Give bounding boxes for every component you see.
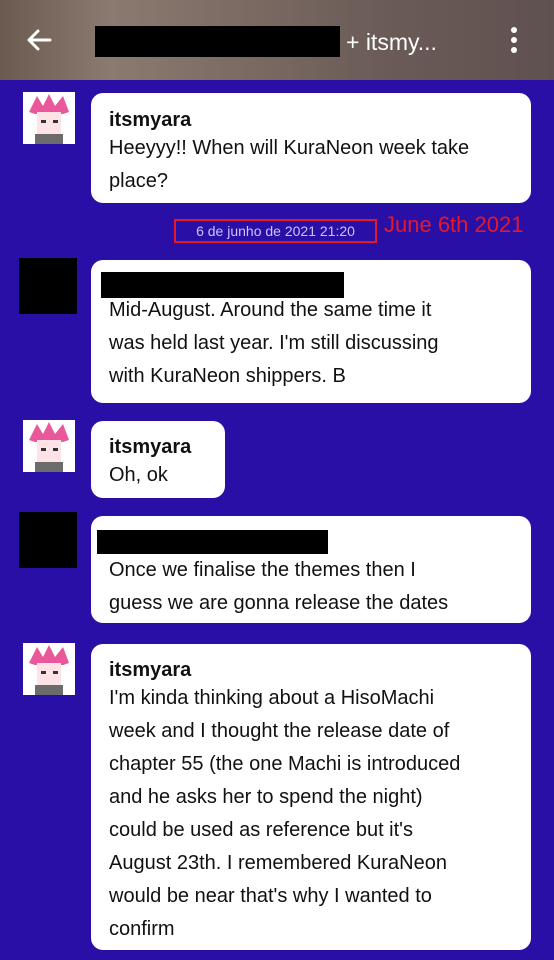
avatar-image bbox=[23, 643, 75, 695]
message-bubble: itsmyara Heeyyy!! When will KuraNeon wee… bbox=[91, 93, 531, 203]
avatar[interactable] bbox=[23, 420, 75, 472]
sender-name: itsmyara bbox=[109, 436, 192, 458]
message-line: place? bbox=[109, 170, 168, 192]
redacted-title bbox=[95, 26, 340, 57]
message-bubble: itsmyara I'm kinda thinking about a Hiso… bbox=[91, 644, 531, 950]
chat-header: + itsmy... bbox=[0, 0, 554, 80]
avatar-image bbox=[23, 92, 75, 144]
message-line: Heeyyy!! When will KuraNeon week take bbox=[109, 137, 470, 159]
message-line: chapter 55 (the one Machi is introduced bbox=[109, 753, 461, 775]
chat-title: + itsmy... bbox=[346, 29, 437, 55]
message-line: could be used as reference but it's bbox=[109, 819, 414, 841]
message-line: I'm kinda thinking about a HisoMachi bbox=[109, 687, 435, 709]
redacted-sender-name bbox=[97, 530, 328, 554]
more-options-icon[interactable] bbox=[505, 26, 523, 54]
sender-name: itsmyara bbox=[109, 109, 192, 131]
message-bubble: itsmyara Oh, ok bbox=[91, 421, 225, 498]
redacted-avatar[interactable] bbox=[19, 258, 77, 314]
message-line: Oh, ok bbox=[109, 464, 168, 486]
message-line: confirm bbox=[109, 918, 175, 940]
avatar[interactable] bbox=[23, 92, 75, 144]
message-line: would be near that's why I wanted to bbox=[109, 885, 432, 907]
message-line: guess we are gonna release the dates bbox=[109, 592, 449, 614]
message-bubble: Mid-August. Around the same time it was … bbox=[91, 260, 531, 403]
message-timestamp: 6 de junho de 2021 21:20 bbox=[174, 219, 377, 243]
date-annotation: June 6th 2021 bbox=[384, 212, 524, 237]
sender-name: itsmyara bbox=[109, 659, 192, 681]
message-line: August 23th. I remembered KuraNeon bbox=[109, 852, 447, 874]
message-line: Once we finalise the themes then I bbox=[109, 559, 416, 581]
message-line: with KuraNeon shippers. B bbox=[109, 365, 346, 387]
redacted-avatar[interactable] bbox=[19, 512, 77, 568]
message-line: was held last year. I'm still discussing bbox=[109, 332, 439, 354]
message-line: week and I thought the release date of bbox=[109, 720, 450, 742]
message-line: Mid-August. Around the same time it bbox=[109, 299, 432, 321]
avatar-image bbox=[23, 420, 75, 472]
back-arrow-icon[interactable] bbox=[26, 27, 52, 53]
avatar[interactable] bbox=[23, 643, 75, 695]
redacted-sender-name bbox=[101, 272, 344, 298]
message-line: and he asks her to spend the night) bbox=[109, 786, 423, 808]
message-bubble: Once we finalise the themes then I guess… bbox=[91, 516, 531, 623]
